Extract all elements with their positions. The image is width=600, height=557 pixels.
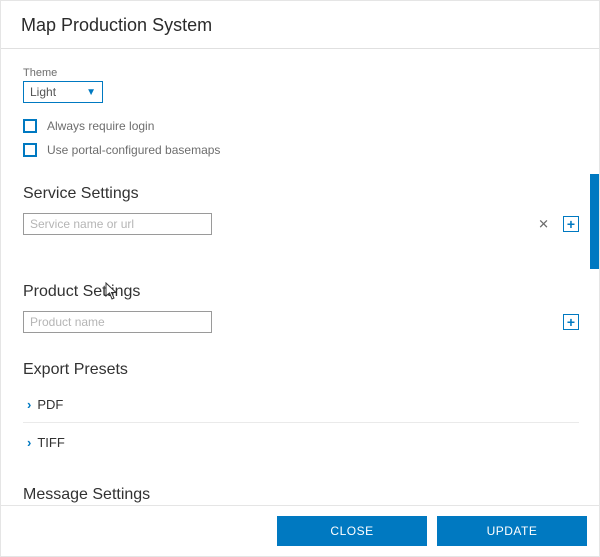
checkbox-require-login[interactable] <box>23 119 37 133</box>
plus-icon: + <box>567 315 575 329</box>
content-scroll[interactable]: Theme Light ▼ Always require login Use p… <box>1 49 599 505</box>
dialog: Map Production System Theme Light ▼ Alwa… <box>0 0 600 557</box>
expand-label-pdf: PDF <box>37 397 63 412</box>
checkbox-label-require-login: Always require login <box>47 119 154 133</box>
chevron-right-icon: › <box>23 435 31 450</box>
content-wrap: Theme Light ▼ Always require login Use p… <box>1 49 599 505</box>
export-presets-heading: Export Presets <box>23 361 579 379</box>
page-title: Map Production System <box>1 1 599 48</box>
footer: CLOSE UPDATE <box>1 505 599 556</box>
theme-label: Theme <box>23 67 579 79</box>
plus-icon: + <box>567 217 575 231</box>
update-button[interactable]: UPDATE <box>437 516 587 546</box>
scrollbar-thumb[interactable] <box>590 174 599 269</box>
expand-row-pdf[interactable]: › PDF <box>23 389 579 420</box>
checkbox-label-portal-basemaps: Use portal-configured basemaps <box>47 143 220 157</box>
theme-selected-value: Light <box>30 85 56 99</box>
product-settings-heading: Product Settings <box>23 283 579 301</box>
add-product-button[interactable]: + <box>563 314 579 330</box>
product-input-row: + <box>23 311 579 333</box>
message-settings-heading: Message Settings <box>23 486 579 504</box>
product-input-wrap <box>23 311 555 333</box>
checkbox-row-portal-basemaps: Use portal-configured basemaps <box>23 143 579 157</box>
chevron-right-icon: › <box>23 397 31 412</box>
service-settings-heading: Service Settings <box>23 185 579 203</box>
expand-row-tiff[interactable]: › TIFF <box>23 427 579 458</box>
divider <box>23 422 579 423</box>
caret-down-icon: ▼ <box>86 87 96 98</box>
service-input-row: ✕ + <box>23 213 579 235</box>
add-service-button[interactable]: + <box>563 216 579 232</box>
clear-icon[interactable]: ✕ <box>538 218 549 231</box>
service-input[interactable] <box>23 213 212 235</box>
product-input[interactable] <box>23 311 212 333</box>
expand-label-tiff: TIFF <box>37 435 64 450</box>
service-input-wrap: ✕ <box>23 213 555 235</box>
checkbox-portal-basemaps[interactable] <box>23 143 37 157</box>
checkbox-row-require-login: Always require login <box>23 119 579 133</box>
close-button[interactable]: CLOSE <box>277 516 427 546</box>
theme-select[interactable]: Light ▼ <box>23 81 103 103</box>
